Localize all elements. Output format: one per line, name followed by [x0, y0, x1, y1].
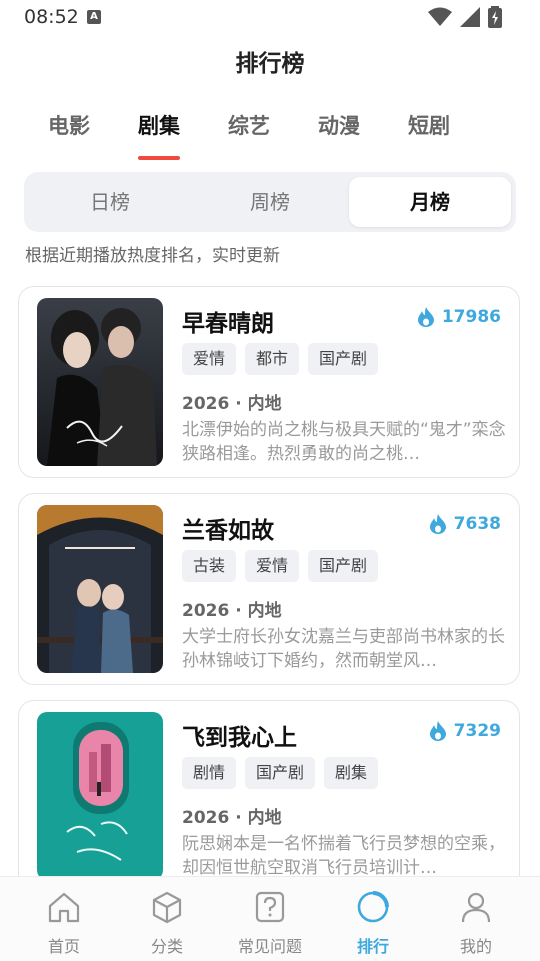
tag: 古装	[182, 550, 237, 582]
ranking-card[interactable]: 早春晴朗 17986 爱情 都市 国产剧 2026 · 内地 北漂伊始的尚之桃与…	[18, 286, 520, 478]
home-icon	[48, 892, 80, 923]
nav-label: 首页	[47, 937, 80, 956]
tag: 国产剧	[308, 550, 379, 582]
cube-icon	[152, 891, 182, 924]
category-tabs: 电影 剧集 综艺 动漫 短剧	[0, 110, 540, 166]
nav-label: 我的	[459, 937, 492, 956]
heat-value: 7329	[453, 721, 501, 741]
nav-label: 排行	[356, 937, 389, 956]
status-bar: 08:52 A	[0, 0, 540, 34]
tab-movie[interactable]: 电影	[24, 110, 114, 140]
ranking-subtitle: 根据近期播放热度排名，实时更新	[25, 246, 280, 266]
item-title: 早春晴朗	[182, 311, 274, 337]
heat-value: 7638	[453, 514, 501, 534]
heat-score: 7638	[429, 514, 501, 534]
flame-icon	[429, 514, 446, 534]
flame-icon	[417, 307, 434, 327]
item-title: 兰香如故	[182, 518, 274, 544]
tag: 爱情	[245, 550, 300, 582]
user-icon	[461, 892, 491, 923]
heat-value: 17986	[441, 307, 501, 327]
signal-icon	[460, 7, 480, 27]
tab-series[interactable]: 剧集	[114, 110, 204, 140]
poster-image	[37, 712, 163, 876]
item-meta: 2026 · 内地	[182, 394, 282, 414]
heat-score: 7329	[429, 721, 501, 741]
ranking-card[interactable]: 兰香如故 7638 古装 爱情 国产剧 2026 · 内地 大学士府长孙女沈嘉兰…	[18, 493, 520, 685]
notification-a-icon: A	[87, 10, 101, 24]
battery-icon	[488, 6, 502, 28]
period-segmented-control: 日榜 周榜 月榜	[24, 172, 516, 232]
nav-faq[interactable]: 常见问题	[216, 887, 324, 957]
wifi-icon	[428, 7, 452, 26]
nav-label: 常见问题	[237, 937, 302, 956]
page-title: 排行榜	[235, 51, 305, 77]
nav-category[interactable]: 分类	[113, 887, 221, 957]
tab-short-drama[interactable]: 短剧	[384, 110, 474, 140]
poster-image	[37, 505, 163, 673]
period-weekly[interactable]: 周榜	[189, 177, 351, 227]
item-meta: 2026 · 内地	[182, 808, 282, 828]
poster-image	[37, 298, 163, 466]
nav-ranking[interactable]: 排行	[319, 887, 427, 957]
item-description: 北漂伊始的尚之桃与极具天赋的“鬼才”栾念狭路相逢。热烈勇敢的尚之桃…	[182, 420, 506, 464]
flame-icon	[429, 721, 446, 741]
nav-label: 分类	[150, 937, 183, 956]
tag: 爱情	[182, 343, 237, 375]
tag: 都市	[245, 343, 300, 375]
ranking-card[interactable]: 飞到我心上 7329 剧情 国产剧 剧集 2026 · 内地 阮思娴本是一名怀揣…	[18, 700, 520, 876]
item-description: 大学士府长孙女沈嘉兰与吏部尚书林家的长孙林锦岐订下婚约，然而朝堂风…	[182, 627, 505, 671]
nav-profile[interactable]: 我的	[422, 887, 530, 957]
tag: 国产剧	[308, 343, 379, 375]
nav-home[interactable]: 首页	[10, 887, 118, 957]
heat-score: 17986	[417, 307, 501, 327]
question-icon	[255, 891, 285, 923]
tag-list: 古装 爱情 国产剧	[182, 550, 379, 582]
item-description: 阮思娴本是一名怀揣着飞行员梦想的空乘，却因恒世航空取消飞行员培训计…	[182, 834, 505, 876]
ranking-icon	[357, 891, 389, 923]
status-time: 08:52	[24, 6, 79, 28]
bottom-nav: 首页 分类 常见问题 排行 我的	[0, 876, 540, 961]
tag: 剧情	[182, 757, 237, 789]
ranking-list: 早春晴朗 17986 爱情 都市 国产剧 2026 · 内地 北漂伊始的尚之桃与…	[0, 286, 540, 876]
tab-variety[interactable]: 综艺	[204, 110, 294, 140]
tag: 剧集	[324, 757, 379, 789]
tag-list: 剧情 国产剧 剧集	[182, 757, 379, 789]
period-daily[interactable]: 日榜	[29, 177, 191, 227]
tag-list: 爱情 都市 国产剧	[182, 343, 379, 375]
tag: 国产剧	[245, 757, 316, 789]
tab-anime[interactable]: 动漫	[294, 110, 384, 140]
item-meta: 2026 · 内地	[182, 601, 282, 621]
item-title: 飞到我心上	[182, 725, 297, 751]
active-tab-indicator	[138, 156, 180, 160]
period-monthly[interactable]: 月榜	[349, 177, 511, 227]
